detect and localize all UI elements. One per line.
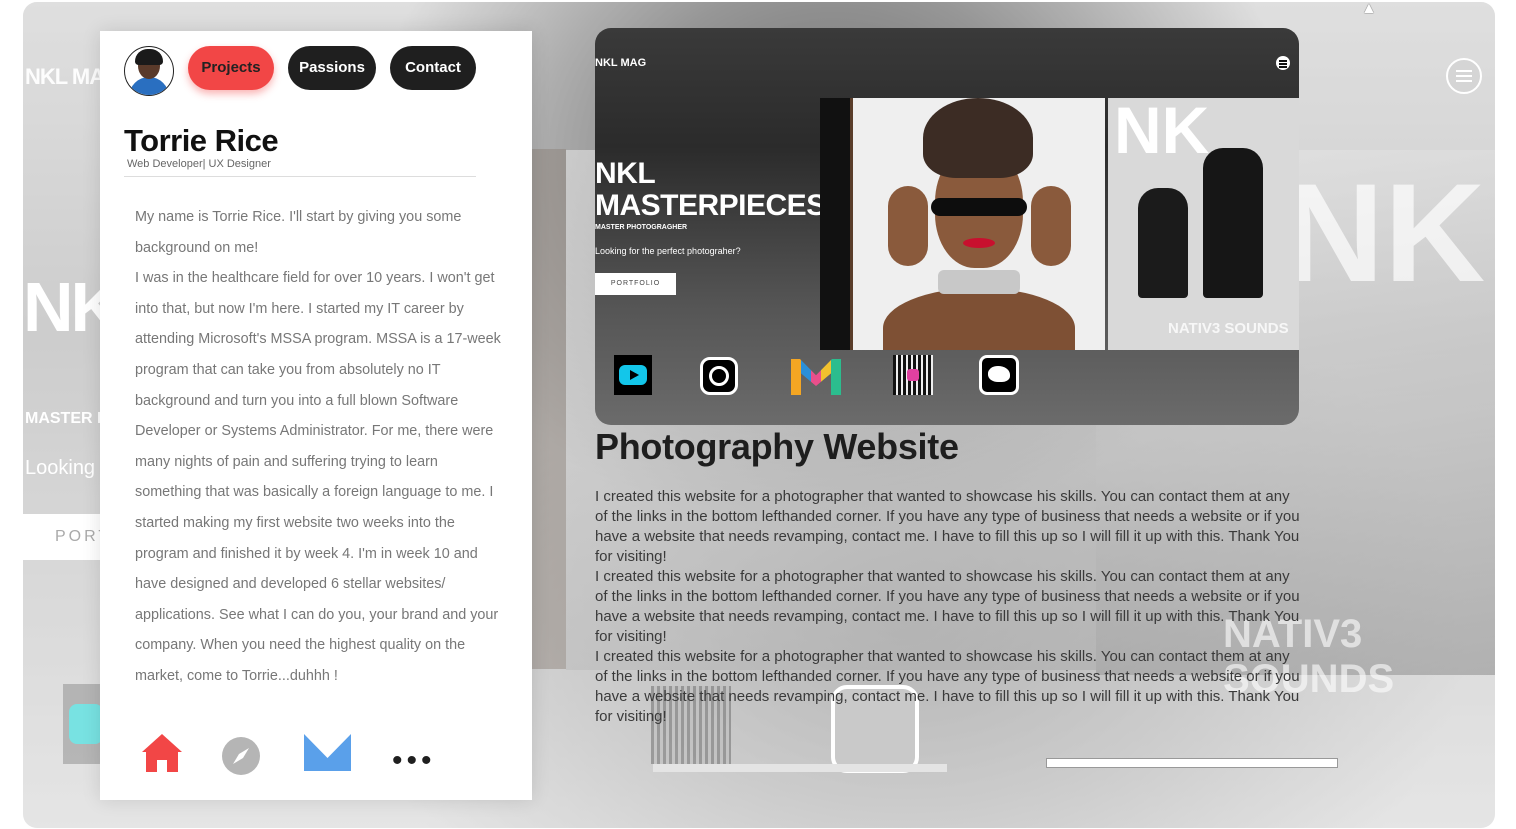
- profile-card: Projects Passions Contact Torrie Rice We…: [100, 31, 532, 800]
- mouse-cursor-icon: ▲: [1361, 0, 1377, 17]
- avatar[interactable]: [124, 46, 174, 96]
- preview-portrait-image: [853, 98, 1105, 350]
- background-cover-logo: NK: [1283, 154, 1486, 311]
- preview-portfolio-button: PORTFOLIO: [595, 273, 676, 295]
- hamburger-menu-icon: [1276, 56, 1290, 70]
- youtube-icon: [69, 704, 103, 744]
- more-icon[interactable]: •••: [392, 746, 436, 776]
- background-hero-sub: MASTER P: [25, 410, 108, 427]
- description-paragraph: I created this website for a photographe…: [595, 568, 1300, 645]
- profile-bio: My name is Torrie Rice. I'll start by gi…: [135, 202, 501, 692]
- bio-paragraph: I was in the healthcare field for over 1…: [135, 270, 501, 684]
- divider: [124, 176, 476, 177]
- preview-hero-sub: MASTER PHOTOGRAGHER: [595, 224, 688, 231]
- tab-projects[interactable]: Projects: [188, 46, 274, 90]
- preview-magazine-cover: NK NATIV3 SOUNDS: [1108, 98, 1299, 350]
- project-preview[interactable]: NKL MAG NKL MASTERPIECES MASTER PHOTOGRA…: [595, 28, 1299, 425]
- qr-code-icon: [893, 355, 933, 395]
- compass-icon[interactable]: [222, 737, 260, 775]
- profile-name: Torrie Rice: [124, 123, 279, 158]
- description-paragraph: I created this website for a photographe…: [595, 488, 1300, 565]
- background-hero-text: Looking: [25, 457, 96, 479]
- profile-role: Web Developer| UX Designer: [127, 158, 271, 170]
- preview-cover-caption: NATIV3 SOUNDS: [1168, 320, 1289, 337]
- mail-icon[interactable]: [304, 734, 351, 771]
- project-description: I created this website for a photographe…: [595, 487, 1305, 727]
- preview-hero-text: Looking for the perfect photograher?: [595, 246, 741, 256]
- home-icon[interactable]: [142, 734, 182, 772]
- tab-passions[interactable]: Passions: [288, 46, 376, 90]
- preview-cover-logo: NK: [1114, 98, 1210, 167]
- youtube-icon: [614, 355, 652, 395]
- preview-hero-title: NKL MASTERPIECES: [595, 157, 826, 222]
- background-progress-line: [1046, 758, 1338, 768]
- preview-brand: NKL MAG: [595, 57, 647, 69]
- background-brand: NKL MA: [25, 64, 105, 89]
- instagram-icon: [698, 355, 738, 395]
- description-paragraph: I created this website for a photographe…: [595, 648, 1300, 725]
- twitter-icon: [979, 355, 1019, 395]
- preview-film-strip: [820, 98, 853, 350]
- tab-contact[interactable]: Contact: [390, 46, 476, 90]
- project-title: Photography Website: [595, 426, 959, 467]
- hamburger-menu-icon[interactable]: [1446, 58, 1482, 94]
- bio-paragraph: My name is Torrie Rice. I'll start by gi…: [135, 209, 462, 256]
- gmail-icon: [791, 355, 841, 395]
- background-strip: [526, 149, 566, 669]
- background-bar: [653, 764, 947, 772]
